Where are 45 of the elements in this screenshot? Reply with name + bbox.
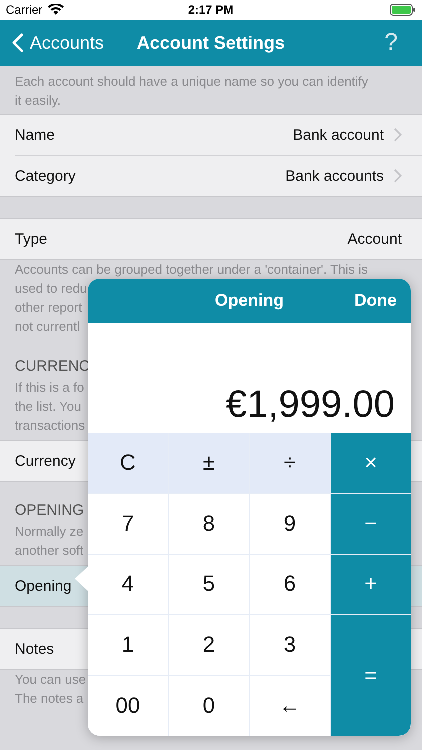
calculator-key[interactable]: 3 [250,615,330,676]
section-header: CURRENC [14,357,91,377]
calculator-key[interactable]: 6 [250,554,330,614]
calculator-key[interactable]: 9 [250,494,330,554]
calculator-key[interactable]: = [331,615,411,736]
footnote-line: The notes a [15,690,84,708]
settings-row[interactable]: Name Bank account [0,115,422,155]
status-time: 2:17 PM [188,3,234,17]
calculator-key[interactable]: 5 [169,554,249,614]
calculator-key[interactable]: 8 [169,494,249,554]
wifi-icon [48,4,64,16]
calculator-key[interactable]: 00 [88,676,168,736]
nav-title: Account Settings [137,32,285,54]
footnote-line: You can use [15,671,86,689]
calculator-key[interactable]: + [331,554,411,614]
calculator-key[interactable]: − [331,494,411,554]
footnote-line: Accounts can be grouped together under a 'container'. This is [15,261,368,279]
footnote-line: it easily. [15,92,61,110]
chevron-left-icon [12,33,24,53]
settings-row[interactable]: Type Account [0,219,422,259]
footnote-line: If this is a fo [15,379,84,397]
popover-title: Opening [215,291,284,311]
calculator-display: €1,999.00 [226,384,395,427]
calculator-key[interactable]: ← [250,676,330,736]
calculator-key[interactable]: 7 [88,494,168,554]
popover-arrow-icon [75,566,89,592]
carrier-label: Carrier [6,3,43,17]
battery-icon [390,4,416,16]
footnote-line: transactions [15,417,86,435]
footnote-line: other report [15,299,82,317]
section-header: OPENING [14,501,86,521]
back-button[interactable]: Accounts [12,32,104,54]
footnote-line: Each account should have a unique name so you can identify [15,73,368,91]
calculator-key[interactable]: 1 [88,615,168,676]
calculator-key[interactable]: × [331,433,411,493]
footnote-line: the list. You [15,398,82,416]
footnote-line: used to redu [15,280,88,298]
done-button[interactable]: Done [354,291,397,311]
calculator-key[interactable]: 0 [169,676,249,736]
footnote-line: another soft [15,542,84,560]
calculator-key[interactable]: 4 [88,554,168,614]
settings-row[interactable]: Category Bank accounts [15,155,422,196]
footnote-line: Normally ze [15,523,84,541]
footnote-line: not currentl [15,318,80,336]
calculator-key[interactable]: 2 [169,615,249,676]
